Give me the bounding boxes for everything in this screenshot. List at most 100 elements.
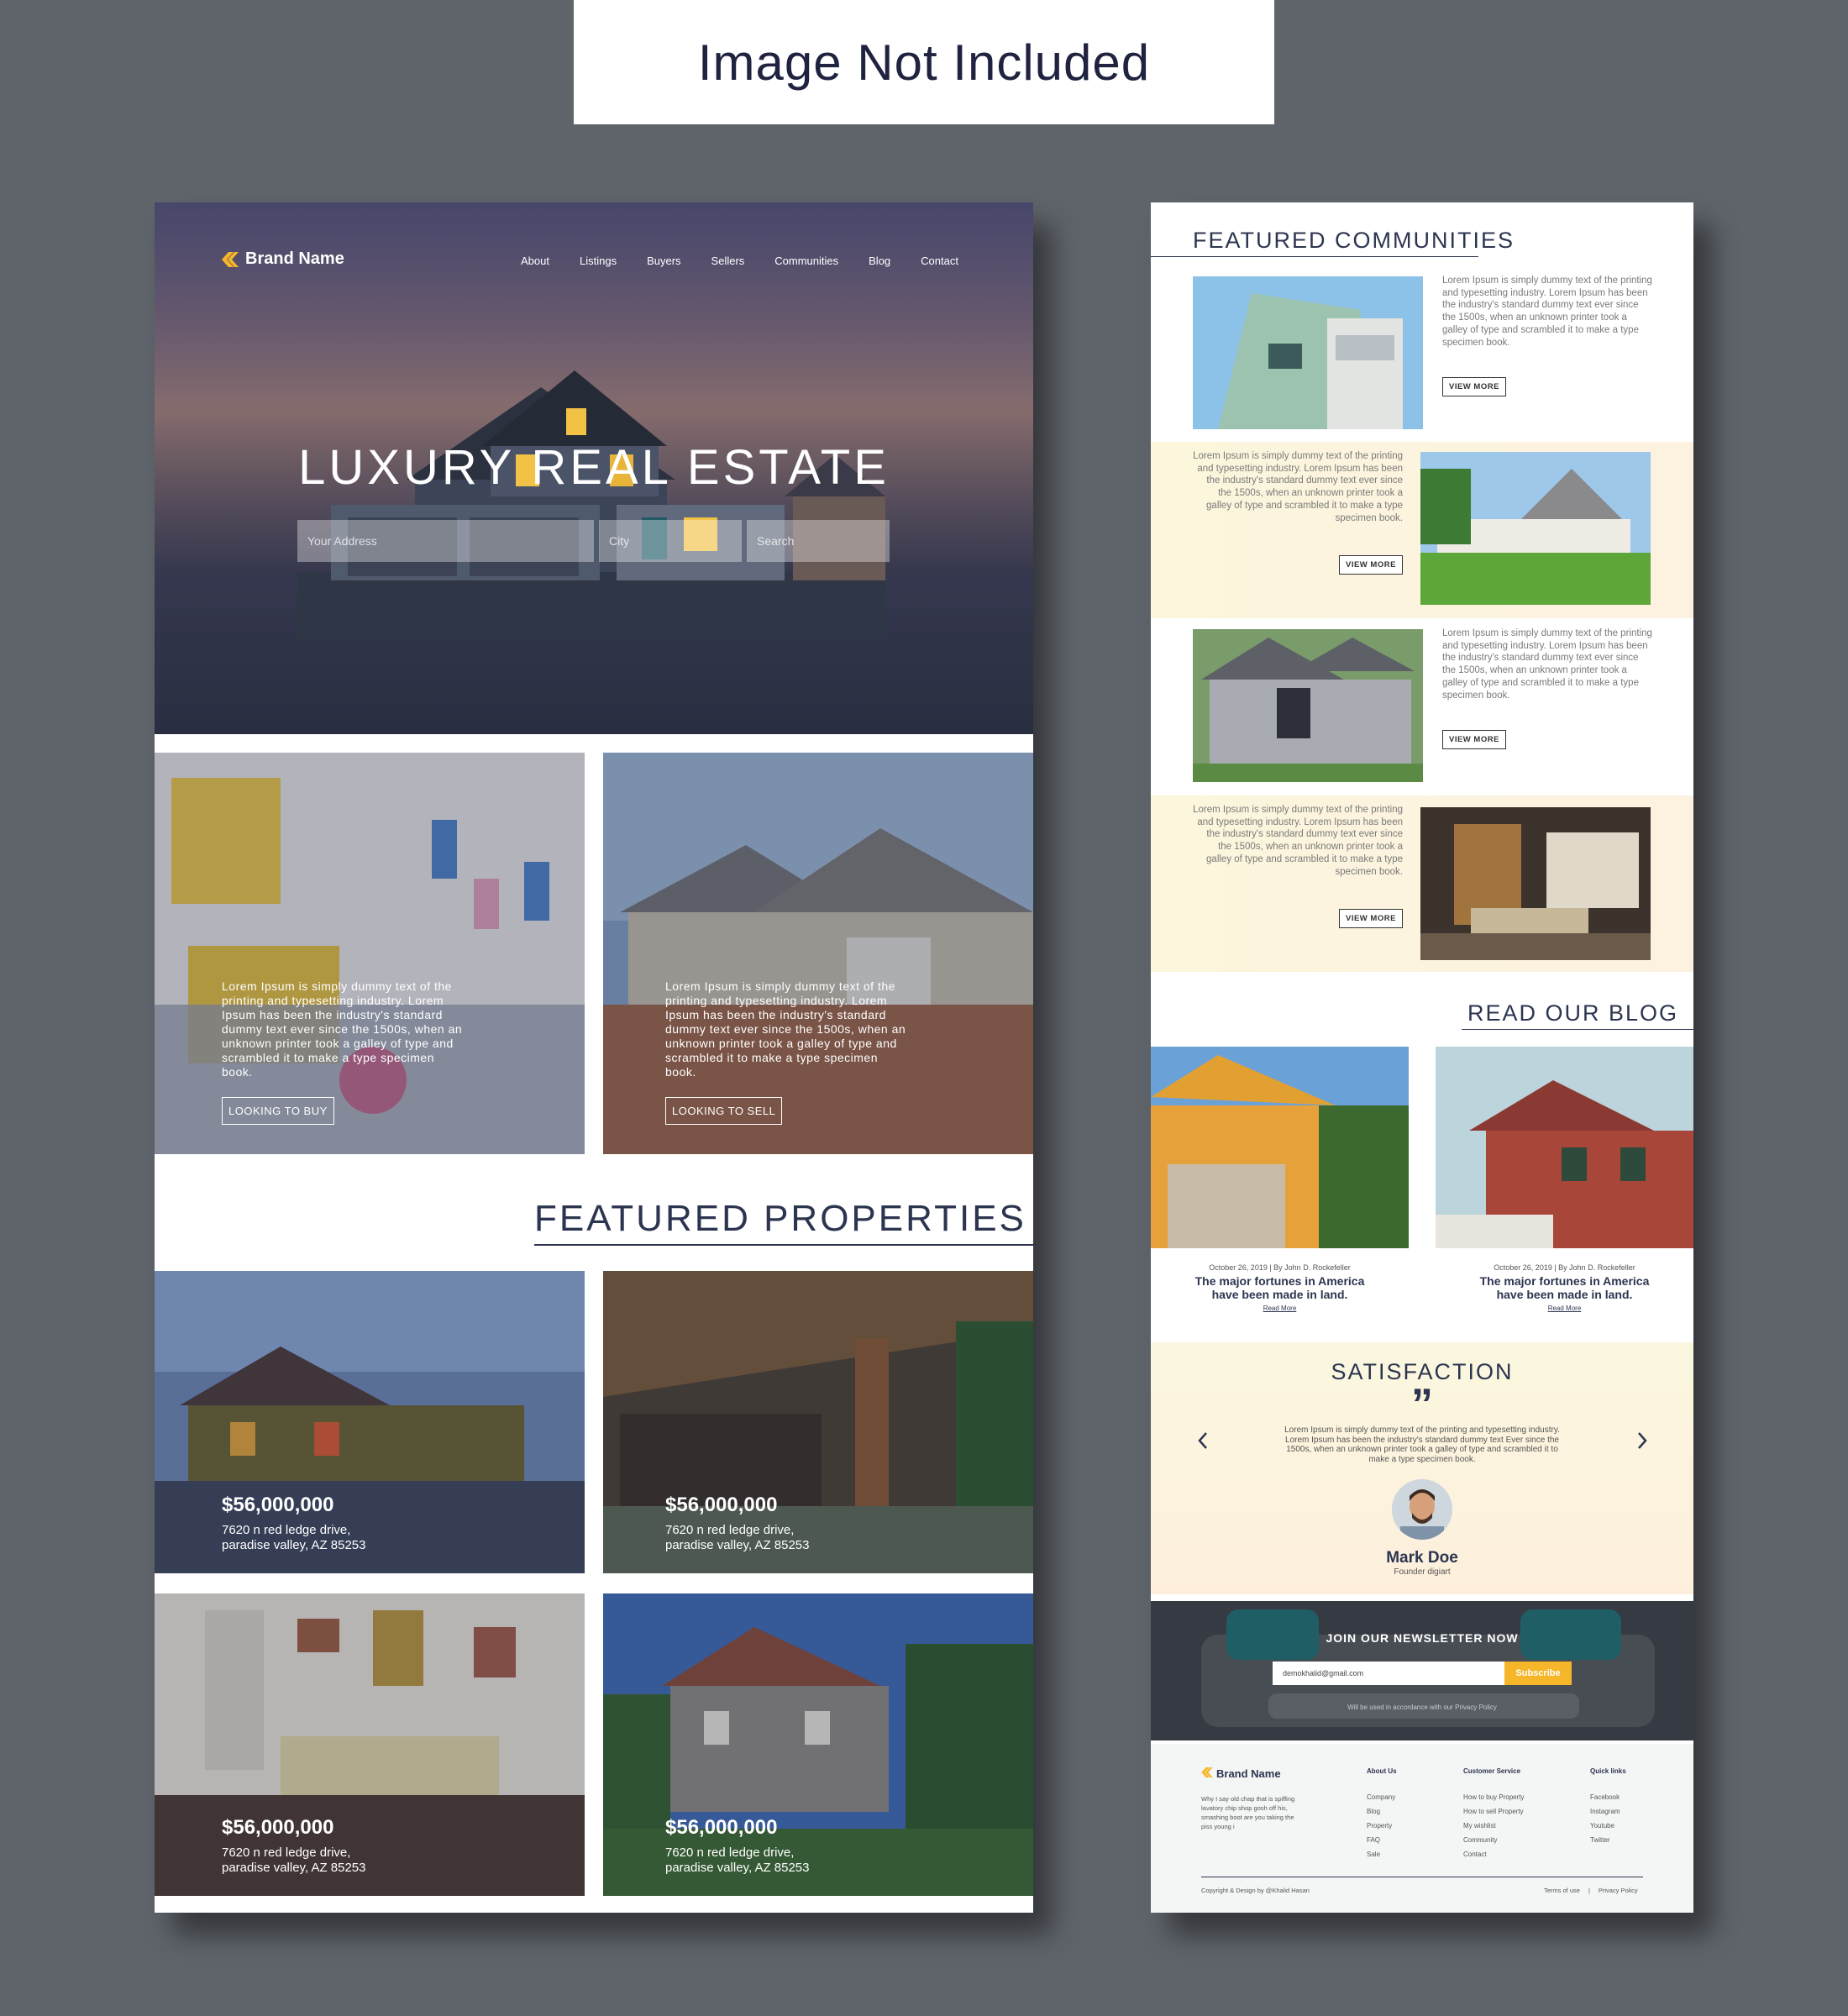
community-image: [1193, 276, 1423, 429]
quote-icon: ”: [1411, 1380, 1433, 1429]
community-row: Lorem Ipsum is simply dummy text of the …: [1151, 795, 1693, 972]
looking-to-sell-button[interactable]: LOOKING TO SELL: [665, 1097, 783, 1125]
footer-about-text: Why I say old chap that is spiffing lava…: [1201, 1795, 1295, 1830]
newsletter-title: JOIN OUR NEWSLETTER NOW: [1326, 1631, 1519, 1645]
main-nav: About Listings Buyers Sellers Communitie…: [521, 255, 958, 267]
property-price: $56,000,000: [665, 1494, 778, 1516]
buy-card: Lorem Ipsum is simply dummy text of the …: [155, 753, 585, 1154]
property-address-line2: paradise valley, AZ 85253: [665, 1538, 810, 1552]
footer-link-wishlist[interactable]: My wishlist: [1463, 1819, 1524, 1833]
footer-link-facebook[interactable]: Facebook: [1590, 1790, 1626, 1804]
footer-brand-name: Brand Name: [1216, 1767, 1281, 1780]
footer: Brand Name Why I say old chap that is sp…: [1151, 1744, 1693, 1913]
community-image: [1420, 807, 1651, 960]
view-more-button[interactable]: VIEW MORE: [1339, 555, 1403, 575]
nav-blog[interactable]: Blog: [869, 255, 890, 267]
property-address-line1: 7620 n red ledge drive,: [222, 1845, 351, 1860]
property-card[interactable]: $56,000,000 7620 n red ledge drive, para…: [603, 1593, 1033, 1896]
city-input[interactable]: [599, 520, 742, 562]
blog-post-title-line2: have been made in land.: [1496, 1288, 1633, 1301]
property-address-line1: 7620 n red ledge drive,: [222, 1523, 351, 1537]
property-address-line2: paradise valley, AZ 85253: [222, 1538, 366, 1552]
footer-brand[interactable]: Brand Name: [1201, 1767, 1281, 1780]
view-more-button[interactable]: VIEW MORE: [1442, 730, 1506, 749]
buy-card-text: Lorem Ipsum is simply dummy text of the …: [222, 979, 463, 1079]
brand-chevron-icon: [222, 251, 239, 267]
footer-link-faq[interactable]: FAQ: [1367, 1833, 1397, 1847]
featured-properties-underline: [534, 1244, 1033, 1246]
privacy-link[interactable]: Privacy Policy: [1599, 1887, 1638, 1894]
footer-copyright: Copyright & Design by @Khalid Hasan: [1201, 1887, 1310, 1894]
property-card[interactable]: $56,000,000 7620 n red ledge drive, para…: [155, 1593, 585, 1896]
blog-post-title-line1: The major fortunes in America: [1194, 1274, 1365, 1288]
footer-link-blog[interactable]: Blog: [1367, 1804, 1397, 1819]
footer-column-about: About Us Company Blog Property FAQ Sale: [1367, 1767, 1397, 1861]
subscribe-button[interactable]: Subscribe: [1504, 1662, 1572, 1685]
community-row: Lorem Ipsum is simply dummy text of the …: [1151, 621, 1693, 789]
nav-communities[interactable]: Communities: [774, 255, 838, 267]
read-more-link[interactable]: Read More: [1436, 1305, 1693, 1312]
property-address-line2: paradise valley, AZ 85253: [665, 1861, 810, 1875]
hero-title: LUXURY REAL ESTATE: [298, 440, 890, 495]
footer-link-sell[interactable]: How to sell Property: [1463, 1804, 1524, 1819]
read-more-link[interactable]: Read More: [1151, 1305, 1409, 1312]
footer-link-twitter[interactable]: Twitter: [1590, 1833, 1626, 1847]
nav-sellers[interactable]: Sellers: [711, 255, 745, 267]
community-text: Lorem Ipsum is simply dummy text of the …: [1442, 628, 1652, 701]
blog-underline: [1462, 1029, 1693, 1030]
property-image: [155, 1593, 585, 1896]
testimonial-role: Founder digiart: [1394, 1567, 1451, 1577]
nav-about[interactable]: About: [521, 255, 549, 267]
brand-logo[interactable]: Brand Name: [222, 249, 344, 269]
blog-post-title-line2: have been made in land.: [1211, 1288, 1348, 1301]
newsletter-section: JOIN OUR NEWSLETTER NOW Subscribe Will b…: [1151, 1601, 1693, 1740]
brand-chevron-icon: [1201, 1767, 1213, 1780]
next-arrow-icon[interactable]: [1634, 1428, 1651, 1453]
newsletter-email-input[interactable]: [1273, 1662, 1504, 1685]
banner-text: Image Not Included: [697, 34, 1151, 91]
blog-post[interactable]: [1151, 1047, 1409, 1248]
footer-link-sale[interactable]: Sale: [1367, 1847, 1397, 1861]
nav-listings[interactable]: Listings: [580, 255, 617, 267]
property-card[interactable]: $56,000,000 7620 n red ledge drive, para…: [155, 1271, 585, 1573]
footer-heading: About Us: [1367, 1767, 1397, 1775]
footer-legal-links: Terms of use | Privacy Policy: [1544, 1887, 1638, 1894]
blog-post[interactable]: [1436, 1047, 1693, 1248]
community-text: Lorem Ipsum is simply dummy text of the …: [1193, 805, 1403, 877]
community-image: [1193, 629, 1423, 782]
sell-card-text: Lorem Ipsum is simply dummy text of the …: [665, 979, 906, 1079]
property-image: [155, 1271, 585, 1573]
brand-name: Brand Name: [245, 249, 344, 268]
testimonial-name: Mark Doe: [1386, 1549, 1458, 1567]
nav-contact[interactable]: Contact: [921, 255, 958, 267]
community-row: Lorem Ipsum is simply dummy text of the …: [1151, 270, 1693, 438]
community-image: [1420, 452, 1651, 605]
footer-link-buy[interactable]: How to buy Property: [1463, 1790, 1524, 1804]
prev-arrow-icon[interactable]: [1194, 1428, 1211, 1453]
looking-to-buy-button[interactable]: LOOKING TO BUY: [222, 1097, 334, 1125]
communities-underline: [1151, 256, 1478, 257]
footer-column-quick-links: Quick links Facebook Instagram Youtube T…: [1590, 1767, 1626, 1847]
view-more-button[interactable]: VIEW MORE: [1339, 909, 1403, 928]
property-card[interactable]: $56,000,000 7620 n red ledge drive, para…: [603, 1271, 1033, 1573]
nav-buyers[interactable]: Buyers: [647, 255, 680, 267]
footer-link-company[interactable]: Company: [1367, 1790, 1397, 1804]
inner-page-mockup: FEATURED COMMUNITIES Lorem Ipsum is simp…: [1151, 202, 1693, 1913]
footer-link-instagram[interactable]: Instagram: [1590, 1804, 1626, 1819]
footer-column-customer-service: Customer Service How to buy Property How…: [1463, 1767, 1524, 1861]
footer-link-community[interactable]: Community: [1463, 1833, 1524, 1847]
sell-card-image: [603, 753, 1033, 1154]
testimonial-text: Lorem Ipsum is simply dummy text of the …: [1284, 1425, 1560, 1464]
property-price: $56,000,000: [665, 1816, 778, 1839]
address-input[interactable]: [297, 520, 594, 562]
view-more-button[interactable]: VIEW MORE: [1442, 377, 1506, 396]
footer-link-contact[interactable]: Contact: [1463, 1847, 1524, 1861]
footer-link-property[interactable]: Property: [1367, 1819, 1397, 1833]
footer-link-youtube[interactable]: Youtube: [1590, 1819, 1626, 1833]
buy-card-image: [155, 753, 585, 1154]
hero-search-bar: [297, 520, 890, 562]
blog-post-image: [1436, 1047, 1693, 1248]
community-row: Lorem Ipsum is simply dummy text of the …: [1151, 442, 1693, 618]
search-input[interactable]: [747, 520, 890, 562]
terms-link[interactable]: Terms of use: [1544, 1887, 1580, 1894]
